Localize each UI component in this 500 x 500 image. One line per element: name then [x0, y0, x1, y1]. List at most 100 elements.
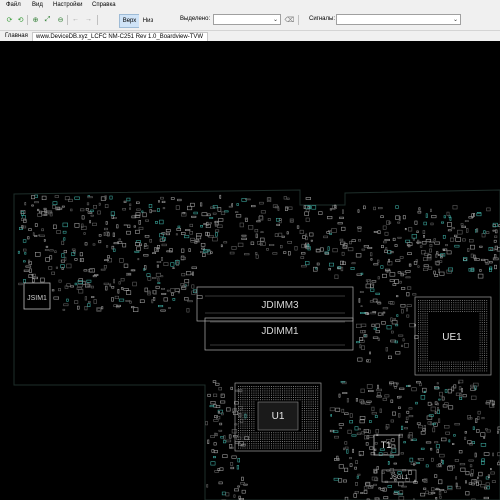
footprint-pad — [394, 279, 400, 284]
zoom-out-icon[interactable]: ⊖ — [56, 15, 65, 24]
footprint-pad — [489, 468, 492, 471]
toolbar-divider — [27, 15, 28, 25]
signal-combo[interactable]: ⌄ — [336, 14, 461, 25]
footprint-pad — [34, 252, 41, 257]
bga-ball — [297, 399, 299, 401]
bga-ball — [273, 438, 275, 440]
bga-ball — [466, 361, 468, 363]
footprint-pad — [61, 253, 65, 258]
bga-ball — [444, 300, 446, 301]
tab-home[interactable]: Главная — [2, 32, 31, 41]
bga-ball — [317, 388, 319, 390]
bga-ball — [431, 302, 433, 304]
footprint-pad — [418, 207, 421, 211]
bga-ball — [306, 447, 308, 449]
bga-ball — [315, 434, 316, 436]
back-arrow-icon[interactable]: ← — [71, 15, 80, 24]
bga-ball — [418, 313, 419, 315]
bga-ball — [481, 337, 483, 339]
footprint-pad — [23, 278, 26, 283]
jdimm3-slot[interactable]: JDIMM3 — [196, 286, 354, 322]
bga-ball — [306, 394, 308, 396]
forward-arrow-icon[interactable]: → — [84, 15, 93, 24]
zoom-in-icon[interactable]: ⊕ — [31, 15, 40, 24]
bga-ball — [262, 386, 264, 387]
bga-ball — [433, 370, 435, 372]
bga-ball — [308, 403, 310, 405]
menu-settings[interactable]: Настройки — [53, 2, 82, 8]
bga-ball — [251, 401, 253, 403]
footprint-pad — [119, 258, 124, 263]
menu-help[interactable]: Справка — [92, 2, 116, 8]
bga-ball — [299, 438, 301, 440]
bga-ball — [262, 443, 264, 445]
fit-screen-icon[interactable]: ⤢ — [43, 15, 52, 24]
bga-ball — [251, 445, 253, 447]
menu-file[interactable]: Файл — [6, 2, 21, 8]
footprint-pad — [494, 235, 498, 238]
bga-ball — [486, 363, 488, 365]
boardview-canvas[interactable]: JSIM1 JDIMM3 JDIMM1 UE1 U1 T1 JSGL1 — [0, 41, 500, 500]
bga-ball — [246, 397, 248, 398]
bga-ball — [418, 300, 419, 301]
footprint-pad — [91, 296, 95, 298]
u1-chip[interactable]: U1 — [234, 382, 322, 452]
clear-icon[interactable]: ⌫ — [285, 15, 295, 24]
bga-ball — [418, 302, 419, 304]
bga-ball — [279, 392, 281, 394]
jdimm1-slot[interactable]: JDIMM1 — [204, 317, 354, 351]
bga-ball — [264, 394, 266, 396]
footprint-pad — [351, 262, 356, 265]
footprint-pad — [241, 234, 247, 237]
bga-ball — [295, 447, 297, 449]
refresh-icon[interactable]: ⟳ — [5, 15, 14, 24]
footprint-pad — [43, 207, 47, 210]
bga-ball — [437, 361, 439, 363]
bga-ball — [426, 330, 428, 332]
bga-ball — [240, 436, 242, 438]
bga-ball — [253, 427, 255, 429]
refresh-alt-icon[interactable]: ⟲ — [16, 15, 25, 24]
bga-ball — [242, 412, 244, 414]
bga-ball — [312, 399, 314, 401]
bga-ball — [242, 421, 244, 423]
bga-ball — [306, 403, 308, 405]
bga-ball — [315, 432, 316, 434]
bga-ball — [308, 390, 310, 392]
bga-ball — [310, 394, 312, 396]
bga-ball — [264, 441, 266, 442]
footprint-pad — [329, 232, 332, 235]
bga-ball — [275, 390, 277, 392]
bga-ball — [477, 302, 479, 304]
footprint-pad — [166, 250, 172, 253]
bga-ball — [418, 335, 419, 337]
jsim1-component[interactable]: JSIM1 — [23, 282, 51, 310]
top-side-button[interactable]: Верх — [119, 14, 140, 28]
bga-ball — [246, 386, 248, 387]
menu-view[interactable]: Вид — [32, 2, 43, 8]
footprint-pad — [434, 474, 438, 478]
footprint-pad — [387, 355, 392, 360]
ue1-chip[interactable]: UE1 — [414, 296, 492, 376]
bga-ball — [310, 416, 312, 418]
bga-ball — [429, 363, 430, 365]
bga-ball — [464, 311, 466, 312]
selected-combo[interactable]: ⌄ — [213, 14, 281, 25]
bga-ball — [422, 348, 424, 350]
bga-ball — [422, 368, 424, 370]
bga-ball — [246, 412, 248, 414]
bga-ball — [312, 432, 314, 434]
footprint-pad — [21, 215, 26, 219]
footprint-pad — [375, 323, 380, 328]
bga-ball — [260, 434, 261, 436]
bga-ball — [424, 335, 426, 337]
footprint-pad — [161, 293, 167, 295]
bottom-side-button[interactable]: Низ — [139, 14, 157, 28]
bga-ball — [293, 399, 294, 401]
bga-ball — [306, 443, 308, 445]
footprint-pad — [359, 416, 366, 420]
footprint-pad — [299, 229, 304, 234]
bga-ball — [277, 438, 279, 440]
tab-boardview-file[interactable]: www.DeviceDB.xyz_LCFC NM-C251 Rev 1.0_Bo… — [32, 32, 208, 41]
bga-ball — [484, 350, 485, 352]
